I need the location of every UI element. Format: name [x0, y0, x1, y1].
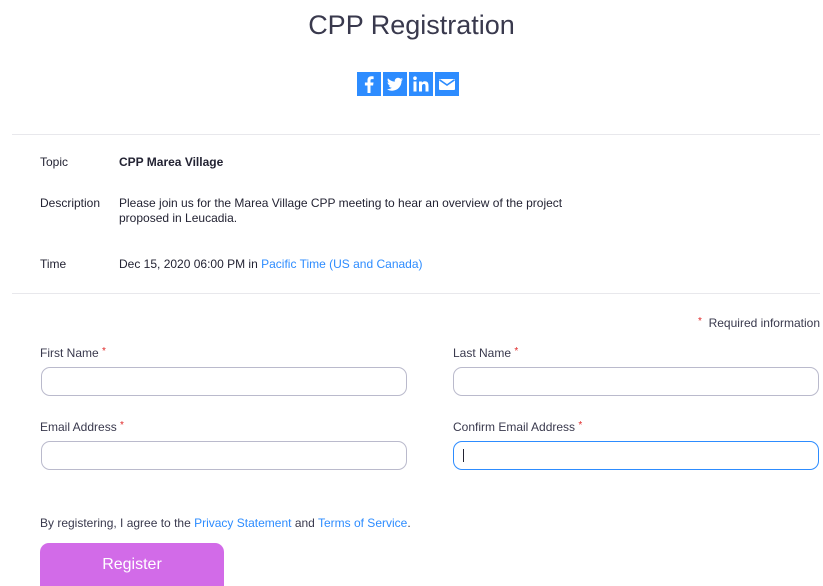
required-note-text: Required information: [708, 316, 820, 330]
divider-top: [12, 134, 820, 135]
time-row: Time Dec 15, 2020 06:00 PM in Pacific Ti…: [40, 257, 619, 272]
divider-bottom: [12, 293, 820, 294]
description-value: Please join us for the Marea Village CPP…: [119, 196, 563, 225]
agreement-prefix: By registering, I agree to the: [40, 516, 191, 530]
share-buttons: [357, 72, 459, 96]
last-name-input[interactable]: [453, 367, 819, 396]
text-cursor: [463, 449, 464, 462]
timezone-link[interactable]: Pacific Time (US and Canada): [261, 257, 422, 271]
page-title: CPP Registration: [308, 10, 515, 40]
topic-value: CPP Marea Village: [119, 155, 224, 169]
confirm-email-label-text: Confirm Email Address: [453, 420, 576, 434]
first-name-label: First Name *: [40, 346, 106, 360]
required-star: *: [120, 420, 124, 431]
privacy-statement-link[interactable]: Privacy Statement: [194, 516, 291, 530]
agreement-suffix: .: [407, 516, 411, 530]
twitter-icon[interactable]: [383, 72, 407, 96]
agreement-and: and: [294, 516, 315, 530]
confirm-email-label: Confirm Email Address *: [453, 420, 582, 434]
first-name-input[interactable]: [41, 367, 407, 396]
agreement-text: By registering, I agree to the Privacy S…: [40, 516, 411, 530]
required-note: * Required information: [698, 316, 820, 330]
time-label: Time: [40, 257, 67, 271]
description-row: Description Please join us for the Marea…: [40, 196, 599, 226]
time-value: Dec 15, 2020 06:00 PM in: [119, 257, 258, 271]
facebook-icon[interactable]: [357, 72, 381, 96]
email-label-text: Email Address: [40, 420, 117, 434]
time-value-wrap: Dec 15, 2020 06:00 PM in Pacific Time (U…: [119, 257, 619, 272]
required-star: *: [578, 420, 583, 431]
linkedin-icon[interactable]: [409, 72, 433, 96]
confirm-email-input[interactable]: [453, 441, 819, 470]
description-label: Description: [40, 196, 101, 210]
terms-of-service-link[interactable]: Terms of Service: [318, 516, 407, 530]
last-name-label-text: Last Name: [453, 346, 512, 360]
first-name-label-text: First Name: [40, 346, 99, 360]
last-name-label: Last Name *: [453, 346, 518, 360]
email-label: Email Address *: [40, 420, 124, 434]
topic-row: Topic CPP Marea Village: [40, 155, 619, 170]
required-star: *: [514, 346, 519, 357]
email-icon[interactable]: [435, 72, 459, 96]
email-input[interactable]: [41, 441, 407, 470]
required-star: *: [698, 316, 702, 327]
register-button[interactable]: Register: [40, 543, 224, 586]
topic-label: Topic: [40, 155, 69, 169]
required-star: *: [102, 346, 106, 357]
